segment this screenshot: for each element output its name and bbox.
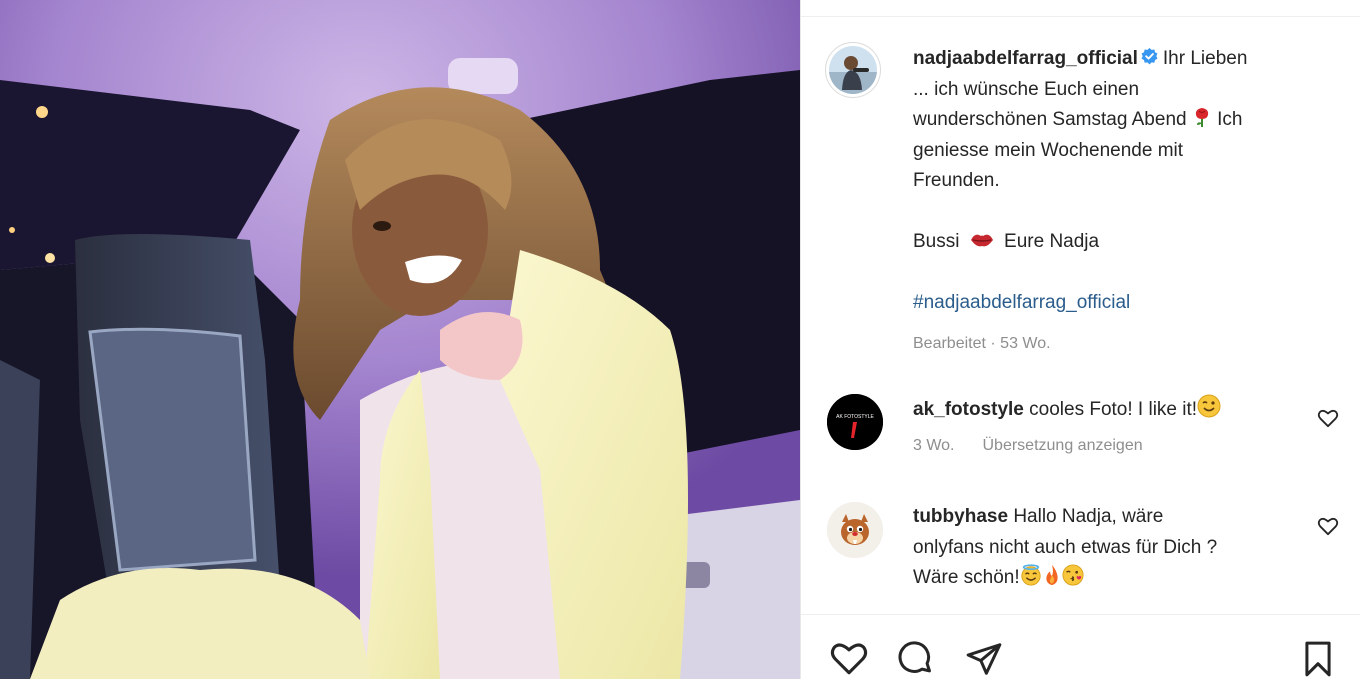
caption-line: Freunden. [913,170,1000,191]
caption-line: wunderschönen Samstag Abend [913,109,1187,130]
post-meta: Bearbeitet · 53 Wo. [913,329,1333,360]
comment-item: tubbyhase Hallo Nadja, wäre onlyfans nic… [827,502,1357,602]
avatar-logo-text: AK FOTOSTYLE [836,414,874,420]
comment-body: cooles Foto! I like it! [1029,399,1198,420]
bookmark-icon[interactable] [1301,640,1335,678]
comment-like-heart-icon[interactable] [1317,516,1339,536]
comment-age[interactable]: 3 Wo. [913,437,955,454]
photo-illustration [0,0,800,679]
divider [801,614,1360,615]
divider [801,16,1360,17]
edited-label: Bearbeitet [913,334,986,352]
post-username[interactable]: nadjaabdelfarrag_official [913,48,1138,69]
post-caption: nadjaabdelfarrag_official Ihr Lieben ...… [913,44,1333,359]
post-age[interactable]: 53 Wo. [1000,335,1050,352]
avatar-photo [829,46,877,94]
caption-signoff-suffix: Eure Nadja [1004,231,1100,252]
comment-meta: 3 Wo. Übersetzung anzeigen [913,437,1171,455]
halo-smile-icon [1021,564,1041,586]
comment-text: ak_fotostyle cooles Foto! I like it! [913,394,1303,426]
comment-item: AK FOTOSTYLE ak_fotostyle cooles Foto! I… [827,394,1357,474]
caption-line: Ich [1217,109,1243,130]
avatar[interactable]: AK FOTOSTYLE [827,394,883,450]
comment-username[interactable]: tubbyhase [913,506,1008,527]
comment-like-heart-icon[interactable] [1317,408,1339,428]
kissing-wink-icon [1062,564,1084,586]
caption-signoff-prefix: Bussi [913,231,960,252]
meta-separator: · [990,334,996,352]
rose-icon [1195,108,1208,127]
comment-text: tubbyhase Hallo Nadja, wäre onlyfans nic… [913,502,1303,594]
avatar[interactable] [825,42,881,98]
wink-face-icon [1197,394,1221,418]
comment-username[interactable]: ak_fotostyle [913,399,1024,420]
avatar[interactable] [827,502,883,558]
paper-plane-icon[interactable] [965,640,1003,678]
post-side-panel: nadjaabdelfarrag_official Ihr Lieben ...… [800,0,1360,679]
hashtag-link[interactable]: #nadjaabdelfarrag_official [913,288,1333,319]
comment-body: Wäre schön! [913,567,1020,588]
comment-bubble-icon[interactable] [897,640,935,678]
caption-line: Ihr Lieben [1162,48,1248,69]
kiss-lips-icon [970,234,993,247]
caption-line: ... ich wünsche Euch einen [913,78,1140,100]
translate-link[interactable]: Übersetzung anzeigen [983,437,1143,454]
post-photo[interactable] [0,0,800,679]
verified-badge-icon [1141,47,1158,65]
avatar-chipmunk [827,502,883,558]
avatar-logo: AK FOTOSTYLE [827,394,883,450]
comment-body: onlyfans nicht auch etwas für Dich ? [913,536,1218,558]
fire-icon [1046,564,1058,586]
comment-body: Hallo Nadja, wäre [1013,506,1164,527]
heart-icon[interactable] [829,640,869,676]
caption-line: geniesse mein Wochenende mit [913,139,1184,161]
